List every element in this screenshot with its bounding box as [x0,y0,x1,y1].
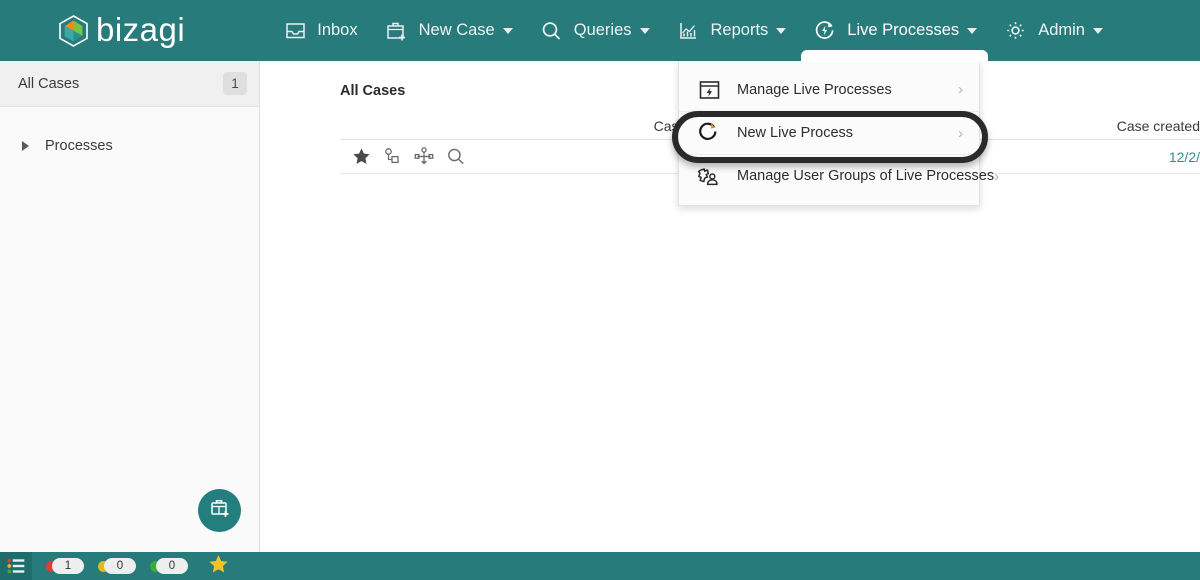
chevron-right-icon[interactable] [22,141,29,151]
menu-item-label: Manage User Groups of Live Processes [737,168,995,184]
related-case-icon[interactable] [383,147,402,166]
menu-item-new-live-process[interactable]: New Live Process › [679,111,979,154]
bizagi-work-portal: bizagi Inbox New Case Queries Reports Li… [0,0,1200,580]
search-icon[interactable] [446,147,466,166]
chevron-down-icon [967,27,978,34]
nav-item-label: Inbox [317,21,358,39]
main-navigation: Inbox New Case Queries Reports Live Proc… [269,0,1116,62]
chevron-right-icon: › [994,167,1000,185]
nav-item-live-processes[interactable]: Live Processes [799,0,990,62]
refresh-circle-icon [695,120,723,146]
nav-item-queries[interactable]: Queries [526,0,663,61]
menu-item-manage-user-groups[interactable]: Manage User Groups of Live Processes › [679,154,999,197]
cell-case-created[interactable]: 12/2/ [990,149,1200,165]
status-badge-on-time[interactable]: 0 [150,558,188,574]
menu-item-manage-live-processes[interactable]: Manage Live Processes › [679,68,979,111]
nav-item-label: Queries [573,21,632,39]
process-diagram-icon[interactable] [414,147,434,166]
nav-item-inbox[interactable]: Inbox [269,0,370,61]
puzzle-user-icon [695,163,723,189]
status-count: 1 [52,558,84,574]
sidebar: All Cases 1 Processes [0,61,260,552]
window-lightning-icon [695,77,723,103]
sidebar-item-all-cases[interactable]: All Cases 1 [0,61,259,107]
nav-item-label: Admin [1038,21,1085,39]
sidebar-all-cases-count-badge: 1 [223,72,247,95]
bar-chart-icon [676,18,702,44]
briefcase-plus-icon [208,496,232,525]
chevron-right-icon: › [958,124,963,142]
app-header: bizagi Inbox New Case Queries Reports Li… [0,0,1200,62]
chevron-down-icon [776,27,787,34]
chevron-right-icon: › [958,81,963,98]
chevron-down-icon [639,27,650,34]
chevron-down-icon [502,27,513,34]
search-icon [539,18,565,44]
status-badge-overdue[interactable]: 1 [46,558,84,574]
row-action-icons [340,147,590,166]
status-bar: 1 0 0 [0,552,1200,580]
new-case-fab-button[interactable] [198,489,241,532]
sidebar-item-label: Processes [45,138,113,154]
live-processes-dropdown-menu: Manage Live Processes › New Live Process… [678,61,999,206]
table-header-case-created: Case created [1116,118,1200,134]
star-icon[interactable] [352,147,371,166]
bizagi-hexagon-logo-icon [59,14,88,47]
inbox-tray-icon [282,18,308,44]
favorites-button[interactable] [208,554,229,579]
brand-logo[interactable]: bizagi [59,0,185,61]
brand-name: bizagi [96,10,186,48]
chevron-down-icon [1092,27,1103,34]
status-badge-at-risk[interactable]: 0 [98,558,136,574]
nav-item-admin[interactable]: Admin [990,0,1116,61]
page-title: All Cases [340,83,406,99]
sidebar-item-processes[interactable]: Processes [0,129,259,163]
sidebar-all-cases-label: All Cases [18,75,80,92]
star-icon [208,554,229,579]
nav-item-label: Reports [710,21,769,39]
refresh-lightning-icon [812,18,838,44]
nav-item-label: Live Processes [847,21,960,39]
nav-item-label: New Case [418,21,495,39]
menu-item-label: New Live Process [737,125,854,141]
gear-icon [1003,18,1029,44]
status-count: 0 [156,558,188,574]
menu-item-label: Manage Live Processes [737,81,892,98]
status-count: 0 [104,558,136,574]
nav-item-reports[interactable]: Reports [663,0,800,61]
list-menu-icon[interactable] [0,552,32,580]
nav-item-new-case[interactable]: New Case [371,0,526,61]
briefcase-plus-icon [384,18,410,44]
